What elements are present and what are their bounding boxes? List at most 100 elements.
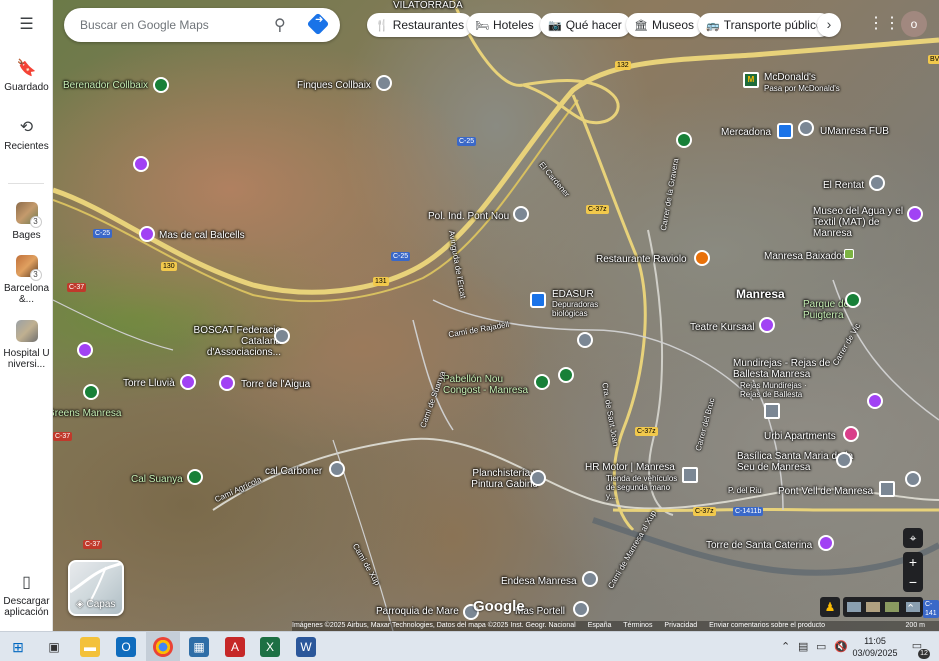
label-kursaal[interactable]: Teatre Kursaal (690, 322, 754, 333)
sidebar-item-recents[interactable]: ⟲ Recientes (0, 117, 53, 152)
label-edasur[interactable]: EDASUR (552, 289, 594, 300)
label-rentat[interactable]: El Rentat (823, 180, 864, 191)
label-raviolo[interactable]: Restaurante Raviolo (596, 254, 687, 265)
chips-next-button[interactable]: › (817, 13, 841, 37)
place-pin-icon[interactable] (530, 470, 546, 486)
place-pin-icon[interactable] (577, 332, 593, 348)
network-icon[interactable]: ▭ (816, 640, 826, 653)
label-mcdonalds[interactable]: McDonald's (764, 72, 816, 83)
chip-museums[interactable]: 🏛 Museos (626, 13, 703, 37)
recent-place-barcelona[interactable]: 3 Barcelona &... (0, 255, 53, 305)
label-torre-aigua[interactable]: Torre de l'Aigua (241, 379, 310, 390)
park-pin-icon[interactable] (83, 384, 99, 400)
country-link[interactable]: España (588, 622, 612, 629)
place-pin-icon[interactable] (869, 175, 885, 191)
bridge-pin-icon[interactable] (879, 481, 895, 497)
file-explorer-icon[interactable]: ▬ (80, 637, 100, 657)
map-canvas[interactable]: VILATORRADA Finques Collbaix Berenador C… (53, 0, 939, 631)
thumbnail-icon[interactable] (885, 602, 899, 612)
lock-pin-icon[interactable] (530, 292, 546, 308)
chip-things-to-do[interactable]: 📷 Qué hacer (540, 13, 631, 37)
label-torre-caterina[interactable]: Torre de Santa Caterina (706, 540, 812, 551)
layers-button[interactable]: ◈ Capas (68, 560, 124, 616)
apps-grid-icon[interactable]: ⋮⋮ (868, 14, 900, 34)
label-finques[interactable]: Finques Collbaix (297, 80, 371, 91)
attraction-pin-icon[interactable] (77, 342, 93, 358)
attraction-pin-icon[interactable] (139, 226, 155, 242)
label-pabellon[interactable]: Pabellón Nou Congost - Manresa (443, 374, 533, 396)
label-boscat[interactable]: BOSCAT Federacio Catalana d'Associacions… (181, 325, 281, 358)
mcdonalds-pin-icon[interactable]: M (743, 72, 759, 88)
museum-pin-icon[interactable] (867, 393, 883, 409)
place-pin-icon[interactable] (513, 206, 529, 222)
museum-pin-icon[interactable] (907, 206, 923, 222)
church-pin-icon[interactable] (836, 452, 852, 468)
label-greens[interactable]: Greens Manresa (53, 408, 121, 419)
label-berenador[interactable]: Berenador Collbaix (63, 80, 148, 91)
attraction-pin-icon[interactable] (133, 156, 149, 172)
place-pin-icon[interactable] (274, 328, 290, 344)
calculator-icon[interactable]: ▦ (189, 637, 209, 657)
thumbnail-icon[interactable] (866, 602, 880, 612)
place-pin-icon[interactable] (376, 75, 392, 91)
terms-link[interactable]: Términos (623, 622, 652, 629)
system-clock[interactable]: 11:05 03/09/2025 (852, 635, 898, 659)
restaurant-pin-icon[interactable] (694, 250, 710, 266)
label-manresa[interactable]: Manresa (736, 288, 785, 300)
label-pont-vell[interactable]: Pont Vell de Manresa (778, 486, 873, 497)
directions-icon[interactable] (306, 12, 330, 36)
attraction-pin-icon[interactable] (219, 375, 235, 391)
search-icon[interactable]: ⚲ (274, 15, 286, 35)
chip-restaurants[interactable]: 🍴 Restaurantes (367, 13, 474, 37)
chevron-up-icon[interactable]: ⌃ (906, 602, 920, 615)
label-parroquia[interactable]: Parroquia de Mare (376, 606, 459, 617)
hotel-pin-icon[interactable] (764, 403, 780, 419)
recent-place-bages[interactable]: 3 Bages (0, 202, 53, 241)
park-pin-icon[interactable] (153, 77, 169, 93)
place-pin-icon[interactable] (329, 461, 345, 477)
label-urbi[interactable]: Urbi Apartments (764, 431, 836, 442)
chip-transit[interactable]: 🚌 Transporte público (698, 13, 832, 37)
label-baixador[interactable]: Manresa Baixador (764, 251, 845, 262)
label-planchisteria[interactable]: Planchistería y Pintura Gabino (458, 468, 538, 490)
chevron-up-icon[interactable]: ⌃ (781, 640, 790, 653)
word-icon[interactable]: W (296, 637, 316, 657)
privacy-link[interactable]: Privacidad (664, 622, 697, 629)
label-pol-ind[interactable]: Pol. Ind. Pont Nou (428, 211, 509, 222)
park-pin-icon[interactable] (676, 132, 692, 148)
acrobat-icon[interactable]: A (225, 637, 245, 657)
menu-button[interactable]: ☰ (0, 14, 53, 38)
map-type-thumbnails[interactable]: ⌃ (843, 597, 923, 617)
download-app-button[interactable]: ▯ Descargar aplicación (0, 572, 53, 618)
label-hr-motor[interactable]: HR Motor | Manresa (585, 462, 675, 473)
label-cal-carboner[interactable]: cal Carboner (265, 466, 322, 477)
label-endesa[interactable]: Endesa Manresa (501, 576, 577, 587)
school-pin-icon[interactable] (798, 120, 814, 136)
camping-pin-icon[interactable] (187, 469, 203, 485)
photo-pin-icon[interactable] (818, 535, 834, 551)
outlook-icon[interactable]: O (116, 637, 136, 657)
my-location-button[interactable]: ⌖ (903, 528, 923, 548)
chrome-icon[interactable] (153, 637, 173, 657)
place-pin-icon[interactable] (582, 571, 598, 587)
hotel-pin-icon[interactable] (843, 426, 859, 442)
task-view-icon[interactable]: ▣ (44, 637, 64, 657)
zoom-in-button[interactable]: + (903, 552, 923, 572)
teams-icon[interactable]: ▤ (798, 640, 808, 653)
car-pin-icon[interactable] (682, 467, 698, 483)
photo-pin-icon[interactable] (180, 374, 196, 390)
sports-pin-icon[interactable] (558, 367, 574, 383)
avatar[interactable]: o (901, 11, 927, 37)
place-pin-icon[interactable] (573, 601, 589, 617)
label-mundirejas[interactable]: Mundirejas - Rejas de Ballesta Manresa (733, 358, 843, 380)
zoom-out-button[interactable]: − (903, 572, 923, 592)
thumbnail-icon[interactable] (847, 602, 861, 612)
label-umanresa[interactable]: UManresa FUB (820, 126, 889, 137)
pegman-icon[interactable]: ♟ (820, 597, 840, 617)
volume-muted-icon[interactable]: 🔇 (834, 640, 848, 653)
feedback-link[interactable]: Enviar comentarios sobre el producto (709, 622, 825, 629)
scale-bar[interactable]: 200 m (906, 621, 925, 631)
label-mercadona[interactable]: Mercadona (721, 127, 771, 138)
sidebar-item-saved[interactable]: 🔖 Guardado (0, 58, 53, 93)
search-input[interactable] (80, 16, 260, 34)
